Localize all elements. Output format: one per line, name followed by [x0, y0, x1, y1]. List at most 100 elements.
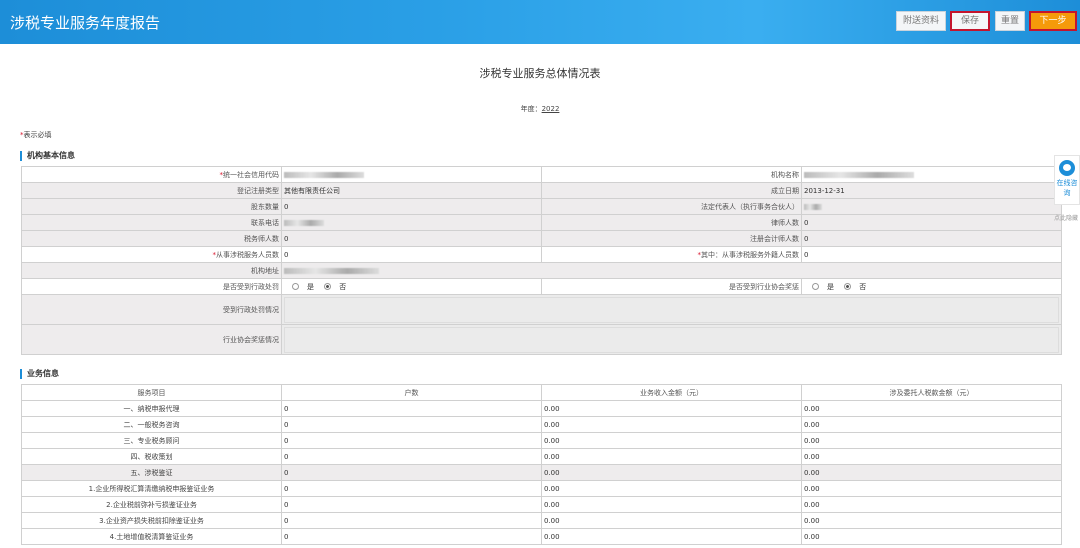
table-row: 1.企业所得税汇算清缴纳税申报鉴证业务 0 0.00 0.00	[21, 480, 1062, 497]
award-yes-radio[interactable]	[812, 283, 819, 290]
households-cell[interactable]: 0	[281, 400, 542, 417]
service-item: 二、一般税务咨询	[21, 416, 282, 433]
income-cell[interactable]: 0.00	[541, 496, 802, 513]
col-tax-amount: 涉及委托人税款金额（元）	[801, 384, 1062, 401]
tax-agents-label: 税务师人数	[21, 230, 282, 247]
phone-value[interactable]	[281, 214, 542, 231]
households-cell[interactable]: 0	[281, 496, 542, 513]
required-note: *表示必填	[20, 130, 52, 140]
income-cell[interactable]: 0.00	[541, 480, 802, 497]
service-item: 3.企业资产损失税前扣除鉴证业务	[21, 512, 282, 529]
households-cell[interactable]: 0	[281, 432, 542, 449]
online-consult-label: 在线咨询	[1056, 179, 1078, 197]
tax-cell[interactable]: 0.00	[801, 448, 1062, 465]
reg-type-value: 其他有限责任公司	[281, 182, 542, 199]
households-cell[interactable]: 0	[281, 512, 542, 529]
service-item: 4.土地增值税清算鉴证业务	[21, 528, 282, 545]
households-cell[interactable]: 0	[281, 528, 542, 545]
service-item: 四、税收策划	[21, 448, 282, 465]
year-label: 年度：	[520, 105, 542, 113]
penalty-no-label: 否	[339, 282, 347, 291]
year-value[interactable]: 2022	[542, 105, 560, 113]
save-button[interactable]: 保存	[950, 11, 990, 31]
biz-section-heading: 业务信息	[20, 369, 59, 379]
staff-value[interactable]: 0	[281, 246, 542, 263]
reset-button[interactable]: 重置	[995, 11, 1025, 31]
lawyers-label: 律师人数	[541, 214, 802, 231]
service-item: 1.企业所得税汇算清缴纳税申报鉴证业务	[21, 480, 282, 497]
income-cell[interactable]: 0.00	[541, 400, 802, 417]
tax-cell[interactable]: 0.00	[801, 432, 1062, 449]
legal-rep-value[interactable]	[801, 198, 1062, 215]
award-detail-textarea[interactable]	[284, 327, 1059, 353]
tax-cell[interactable]: 0.00	[801, 416, 1062, 433]
app-title: 涉税专业服务年度报告	[10, 14, 161, 32]
households-cell[interactable]: 0	[281, 416, 542, 433]
award-detail-label: 行业协会奖惩情况	[21, 324, 282, 355]
col-income: 业务收入金额（元）	[541, 384, 802, 401]
award-detail-cell	[281, 324, 1062, 355]
col-service-item: 服务项目	[21, 384, 282, 401]
income-cell[interactable]: 0.00	[541, 416, 802, 433]
award-question-label: 是否受到行业协会奖惩	[541, 278, 802, 295]
penalty-radio-group: 是 否	[281, 278, 542, 295]
table-row: 五、涉税鉴证 0 0.00 0.00	[21, 464, 1062, 481]
legal-rep-label: 法定代表人（执行事务合伙人）	[541, 198, 802, 215]
income-cell[interactable]: 0.00	[541, 432, 802, 449]
staff-label: *从事涉税服务人员数	[21, 246, 282, 263]
online-consult-widget[interactable]: 在线咨询	[1054, 155, 1080, 205]
col-households: 户数	[281, 384, 542, 401]
org-section-heading: 机构基本信息	[20, 151, 75, 161]
shareholders-value[interactable]: 0	[281, 198, 542, 215]
founded-value: 2013-12-31	[801, 182, 1062, 199]
org-name-label: 机构名称	[541, 166, 802, 183]
income-cell[interactable]: 0.00	[541, 528, 802, 545]
households-cell[interactable]: 0	[281, 448, 542, 465]
lawyers-value[interactable]: 0	[801, 214, 1062, 231]
tax-cell[interactable]: 0.00	[801, 496, 1062, 513]
org-name-value[interactable]	[801, 166, 1062, 183]
income-cell[interactable]: 0.00	[541, 448, 802, 465]
table-row: 三、专业税务顾问 0 0.00 0.00	[21, 432, 1062, 449]
accountants-label: 注册会计师人数	[541, 230, 802, 247]
credit-code-value[interactable]	[281, 166, 542, 183]
table-row: 四、税收策划 0 0.00 0.00	[21, 448, 1062, 465]
app-header: 涉税专业服务年度报告 附送资料 保存 重置 下一步	[0, 0, 1080, 44]
penalty-detail-textarea[interactable]	[284, 297, 1059, 323]
accountants-value[interactable]: 0	[801, 230, 1062, 247]
tax-cell[interactable]: 0.00	[801, 480, 1062, 497]
tax-agents-value[interactable]: 0	[281, 230, 542, 247]
hide-widget-link[interactable]: 点此隐藏	[1054, 213, 1078, 222]
report-year: 年度：2022	[0, 104, 1080, 114]
attach-materials-button[interactable]: 附送资料	[896, 11, 946, 31]
table-row: 3.企业资产损失税前扣除鉴证业务 0 0.00 0.00	[21, 512, 1062, 529]
tax-cell[interactable]: 0.00	[801, 528, 1062, 545]
penalty-detail-cell	[281, 294, 1062, 325]
penalty-no-radio[interactable]	[324, 283, 332, 290]
penalty-yes-radio[interactable]	[292, 283, 299, 290]
award-radio-group: 是 否	[801, 278, 1062, 295]
foreign-staff-value[interactable]: 0	[801, 246, 1062, 263]
service-item: 一、纳税申报代理	[21, 400, 282, 417]
income-cell: 0.00	[541, 464, 802, 481]
required-text: 表示必填	[23, 131, 52, 139]
households-cell[interactable]: 0	[281, 480, 542, 497]
foreign-staff-label: *其中：从事涉税服务外籍人员数	[541, 246, 802, 263]
shareholders-label: 股东数量	[21, 198, 282, 215]
biz-header-row: 服务项目 户数 业务收入金额（元） 涉及委托人税款金额（元）	[21, 384, 1062, 401]
award-no-radio[interactable]	[844, 283, 852, 290]
biz-info-table: 服务项目 户数 业务收入金额（元） 涉及委托人税款金额（元） 一、纳税申报代理 …	[21, 384, 1062, 545]
org-info-table: *统一社会信用代码 机构名称 登记注册类型 其他有限责任公司 成立日期 2013…	[21, 166, 1062, 355]
phone-label: 联系电话	[21, 214, 282, 231]
tax-cell[interactable]: 0.00	[801, 400, 1062, 417]
award-yes-label: 是	[827, 282, 834, 291]
income-cell[interactable]: 0.00	[541, 512, 802, 529]
address-value[interactable]	[281, 262, 1062, 279]
households-cell: 0	[281, 464, 542, 481]
table-row: 2.企业税前弥补亏损鉴证业务 0 0.00 0.00	[21, 496, 1062, 513]
penalty-detail-label: 受到行政处罚情况	[21, 294, 282, 325]
founded-label: 成立日期	[541, 182, 802, 199]
next-step-button[interactable]: 下一步	[1029, 11, 1077, 31]
tax-cell[interactable]: 0.00	[801, 512, 1062, 529]
award-no-label: 否	[859, 282, 867, 291]
